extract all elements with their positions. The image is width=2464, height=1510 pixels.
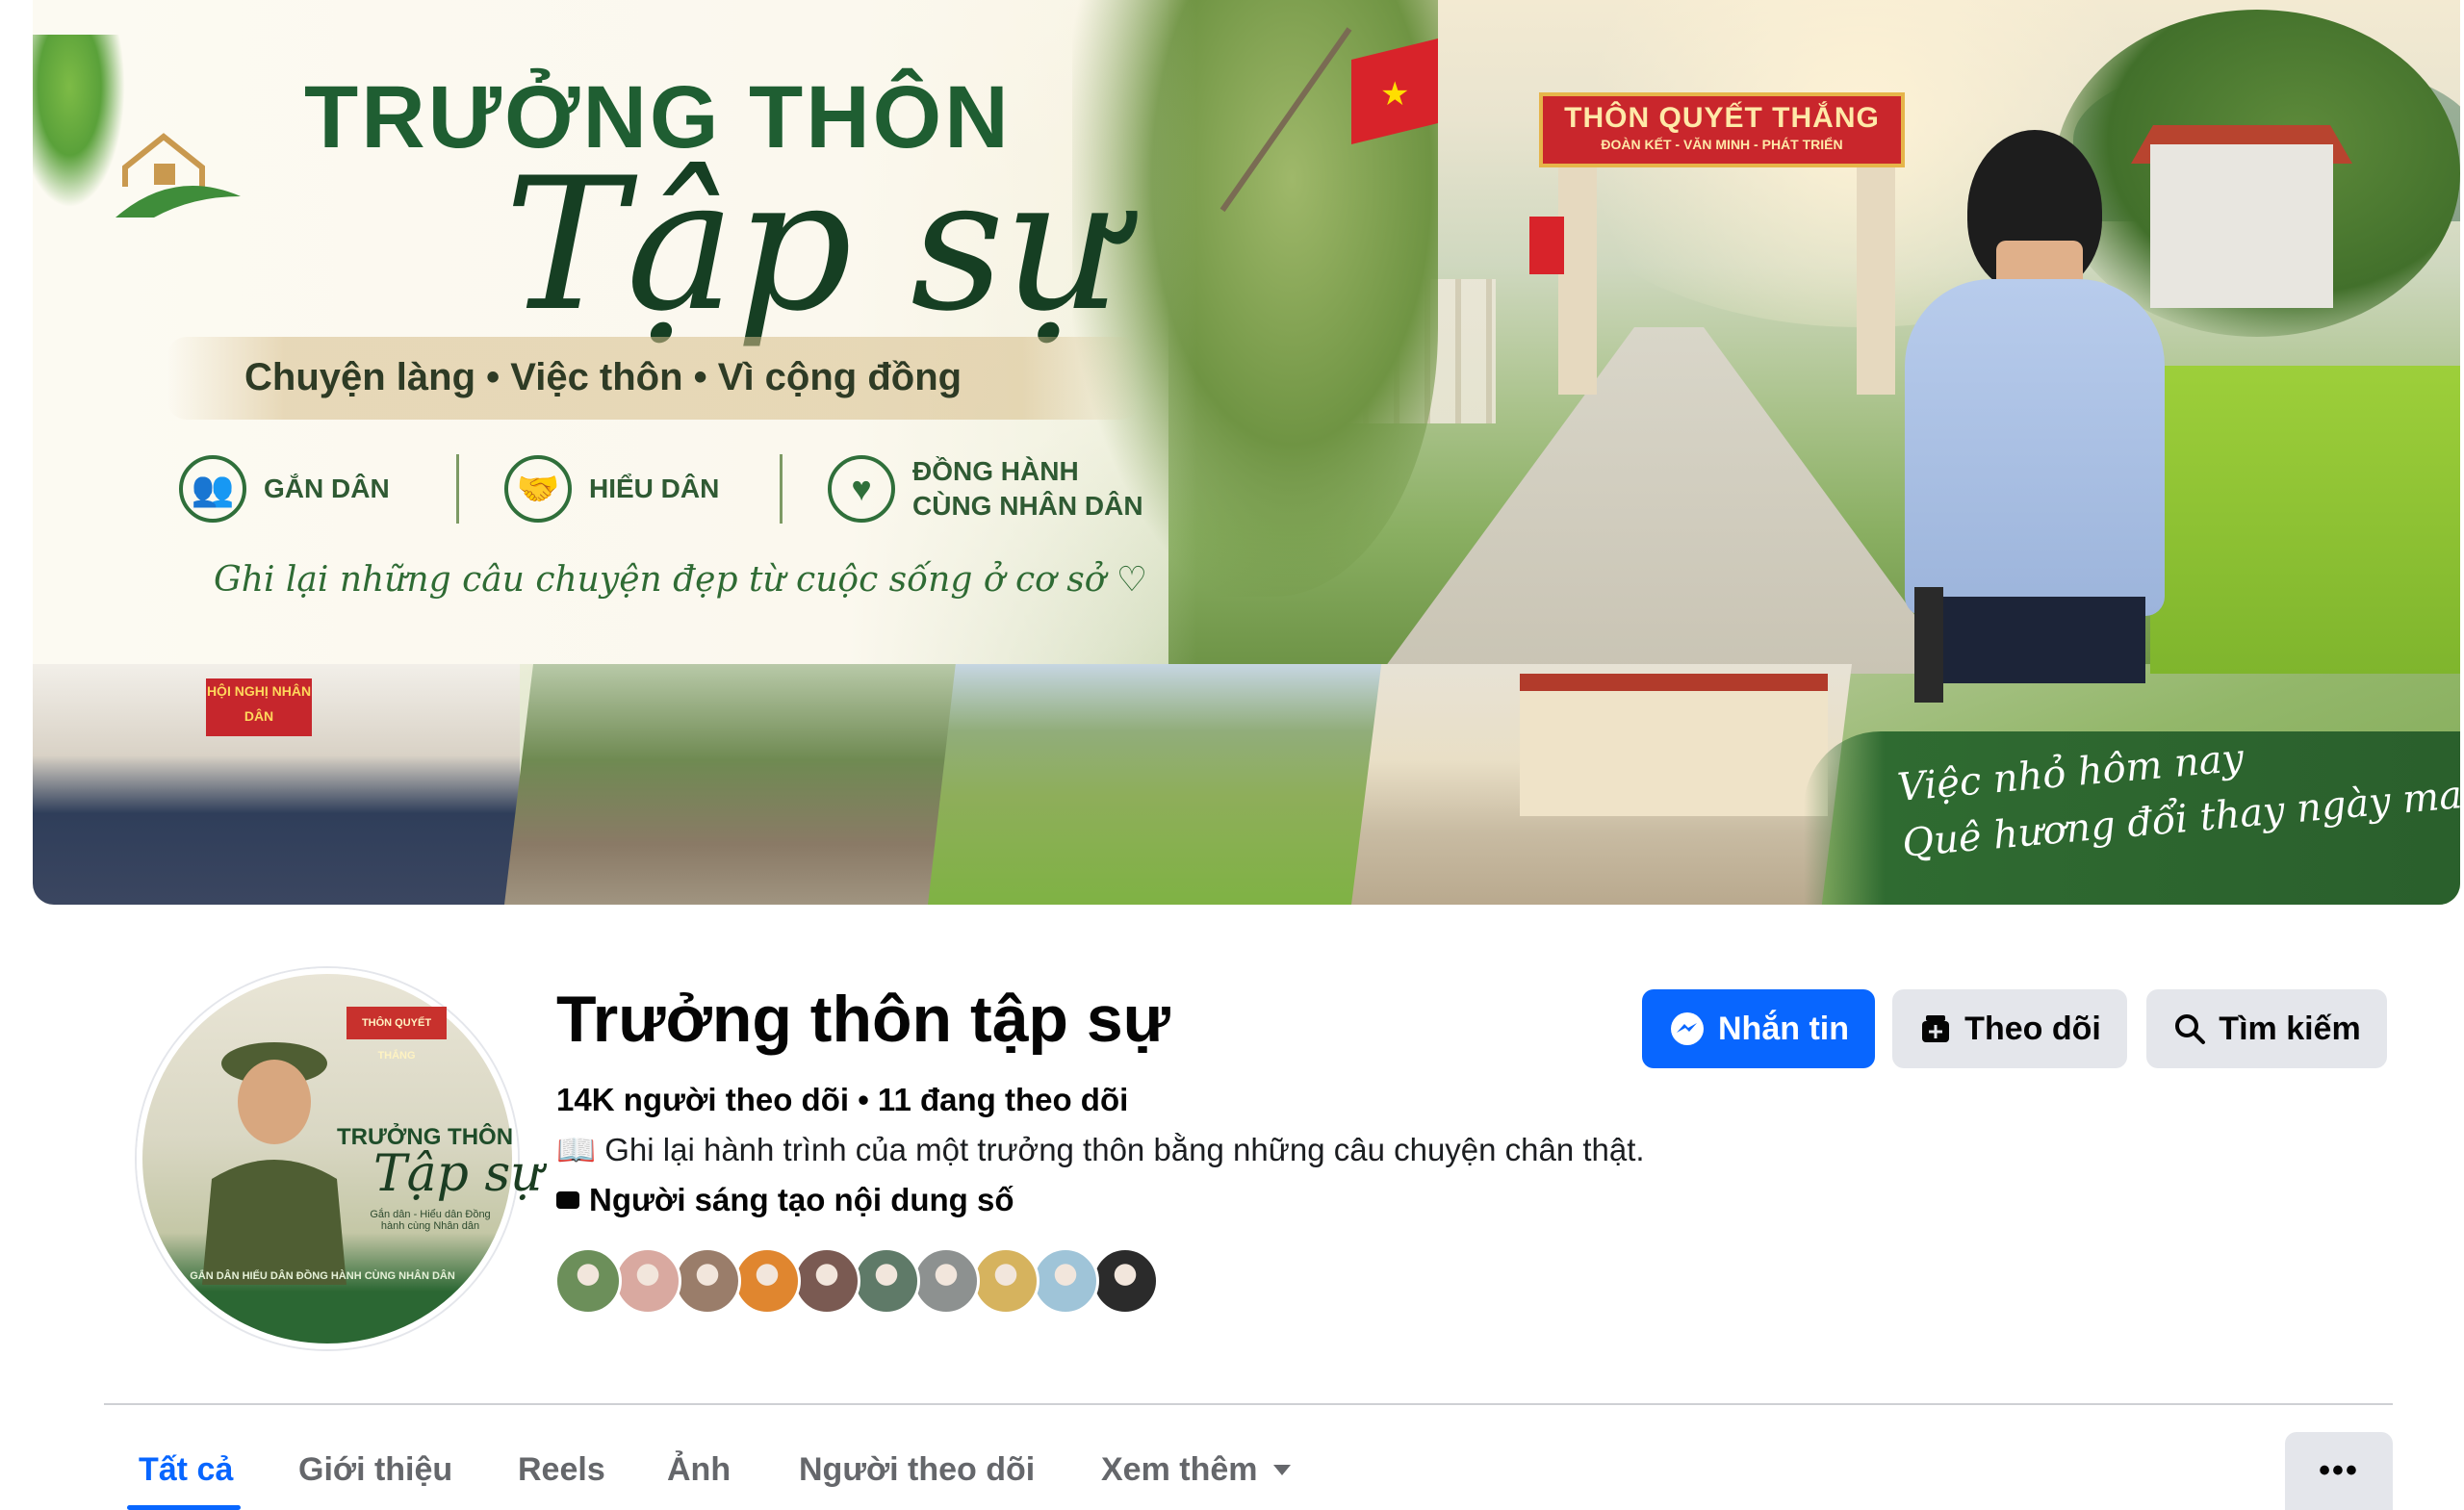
search-label: Tìm kiếm [2219,1010,2361,1047]
tab-all[interactable]: Tất cả [139,1451,233,1489]
follower-avatars[interactable] [554,1247,1159,1318]
badge-hieu-dan: 🤝 HIỂU DÂN [504,450,719,527]
cover-photo[interactable]: THÔN QUYẾT THẮNG ĐOÀN KẾT - VĂN MINH - P… [33,0,2460,905]
messenger-icon [1668,1010,1707,1048]
gate-sign-subtitle: ĐOÀN KẾT - VĂN MINH - PHÁT TRIỂN [1601,137,1843,152]
camera-icon [556,1191,579,1209]
badge-label: HIỂU DÂN [589,473,720,503]
tab-photos[interactable]: Ảnh [667,1451,731,1489]
search-button[interactable]: Tìm kiếm [2146,989,2387,1068]
badge-dong-hanh: ♥ ĐỒNG HÀNH CÙNG NHÂN DÂN [828,450,1143,527]
follow-label: Theo dõi [1964,1010,2101,1047]
tab-followers[interactable]: Người theo dõi [799,1451,1035,1489]
avatar-subtitle: Gắn dân - Hiểu dân Đồng hành cùng Nhân d… [370,1209,491,1232]
follower-avatar[interactable] [554,1247,622,1315]
rice-field [2150,366,2460,674]
tab-reels[interactable]: Reels [518,1451,605,1489]
avatar-band: GẮN DÂN HIỂU DÂN ĐỒNG HÀNH CÙNG NHÂN DÂN [190,1270,455,1282]
active-tab-indicator [127,1505,241,1510]
avatar-title-script: Tập sự [373,1145,543,1203]
divider [104,1403,2393,1405]
follower-avatar[interactable] [793,1247,860,1315]
book [1914,587,1943,703]
search-icon [2172,1011,2207,1046]
follower-stats[interactable]: 14K người theo dõi • 11 đang theo dõi [556,1082,1128,1118]
caret-down-icon [1272,1465,1291,1475]
tab-more[interactable]: Xem thêm [1101,1451,1291,1489]
village-gate-sign: THÔN QUYẾT THẮNG ĐOÀN KẾT - VĂN MINH - P… [1539,92,1905,167]
page-title: Trưởng thôn tập sự [556,983,1170,1056]
follower-avatar[interactable] [674,1247,741,1315]
people-icon: 👥 [179,455,246,523]
cover-title-script: Tập sự [504,139,1122,351]
man-pants [1924,597,2145,683]
badge-gan-dan: 👥 GẮN DÂN [179,450,390,527]
gate-sign-title: THÔN QUYẾT THẮNG [1564,102,1880,134]
avatar-man-illustration [202,1042,346,1285]
page-bio: 📖 Ghi lại hành trình của một trưởng thôn… [556,1132,1645,1167]
more-options-button[interactable]: ••• [2285,1432,2393,1510]
gate-pillar [1857,144,1895,395]
follower-avatar[interactable] [1032,1247,1099,1315]
message-label: Nhắn tin [1718,1010,1849,1047]
tab-about[interactable]: Giới thiệu [298,1451,452,1489]
divider [780,454,783,524]
follow-icon [1918,1011,1953,1046]
photo-road-work [504,664,986,905]
follow-button[interactable]: Theo dõi [1892,989,2127,1068]
page-category: Người sáng tạo nội dung số [556,1182,1014,1218]
flag-star-icon: ★ [1380,76,1410,113]
handshake-icon: 🤝 [504,455,572,523]
leaves-icon [33,35,125,208]
meeting-banner: HỘI NGHỊ NHÂN DÂN [206,678,312,736]
vietnam-flag-icon [1529,217,1564,274]
message-button[interactable]: Nhắn tin [1642,989,1875,1068]
follower-avatar[interactable] [733,1247,801,1315]
community-hall [1520,674,1828,816]
house [2150,144,2333,308]
badge-label: GẮN DÂN [264,473,390,503]
gate-pillar [1558,144,1597,395]
avatar-gate-sign: THÔN QUYẾT THẮNG [346,1007,447,1062]
man-shirt [1905,279,2165,616]
divider [456,454,459,524]
follower-avatar[interactable] [1091,1247,1159,1315]
category-label: Người sáng tạo nội dung số [589,1182,1014,1217]
cover-slogan: Ghi lại những câu chuyện đẹp từ cuộc sốn… [214,560,1148,600]
heart-hands-icon: ♥ [828,455,895,523]
follower-avatar[interactable] [853,1247,920,1315]
tab-more-label: Xem thêm [1101,1451,1258,1488]
house-leaf-logo-icon [116,133,241,218]
follower-avatar[interactable] [972,1247,1040,1315]
badge-label: ĐỒNG HÀNH CÙNG NHÂN DÂN [912,455,1143,521]
cover-tagline: Chuyện làng • Việc thôn • Vì cộng đồng [244,356,962,398]
photo-village-aerial [928,664,1390,905]
follower-avatar[interactable] [912,1247,980,1315]
follower-avatar[interactable] [614,1247,681,1315]
